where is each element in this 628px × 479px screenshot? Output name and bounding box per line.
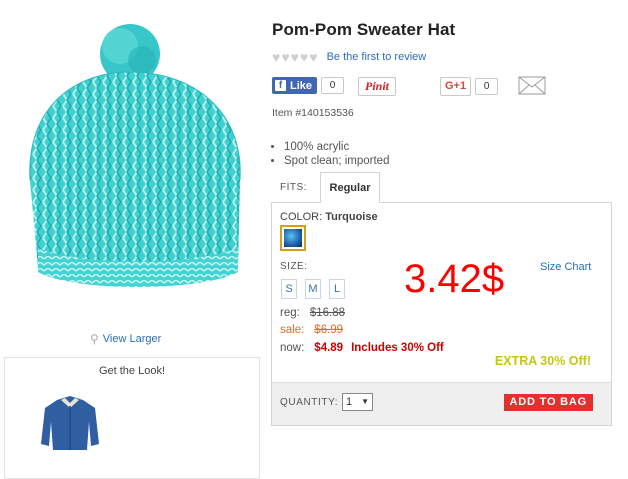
rating-row: ♥ ♥ ♥ ♥ ♥ Be the first to review <box>272 50 426 64</box>
fits-label: FITS: <box>280 182 307 193</box>
jacket-thumbnail[interactable] <box>35 392 105 454</box>
quantity-value: 1 <box>346 396 353 408</box>
product-title: Pom-Pom Sweater Hat <box>272 20 456 39</box>
size-button-l[interactable]: L <box>329 279 345 299</box>
feature-item: 100% acrylic <box>284 140 389 154</box>
facebook-like-button[interactable]: f Like <box>272 77 318 94</box>
product-image-hat[interactable] <box>12 10 264 310</box>
color-value: Turquoise <box>325 211 378 223</box>
extra-off-badge: EXTRA 30% Off! <box>494 354 591 368</box>
heart-icon: ♥ <box>309 49 318 65</box>
view-larger-label: View Larger <box>102 333 162 345</box>
google-plus-count: 0 <box>475 78 499 95</box>
overlay-price: 3.42$ <box>404 257 505 301</box>
email-icon[interactable] <box>518 76 546 95</box>
now-price: $4.89 <box>314 342 344 354</box>
heart-icon: ♥ <box>290 49 299 65</box>
item-number: Item #140153536 <box>272 107 354 119</box>
now-price-row: now: $4.89 Includes 30% Off <box>280 342 444 354</box>
size-button-m[interactable]: M <box>305 279 321 299</box>
facebook-icon: f <box>275 80 286 91</box>
quantity-select[interactable]: 1 ▼ <box>342 393 373 411</box>
regular-price: $16.88 <box>309 307 346 319</box>
get-the-look-title: Get the Look! <box>98 365 166 377</box>
google-plus-widget: G+1 0 <box>440 77 499 96</box>
facebook-like-widget: f Like 0 <box>272 77 345 94</box>
color-label-text: COLOR: <box>280 211 323 223</box>
tab-fit-regular[interactable]: Regular <box>320 172 380 203</box>
sale-price: $6.99 <box>314 324 344 336</box>
purchase-panel: COLOR: Turquoise 3.42$ SIZE: Size Chart … <box>271 202 612 426</box>
regular-price-row: reg: $16.88 <box>280 307 345 319</box>
get-the-look-panel: Get the Look! <box>4 357 260 479</box>
add-to-bag-button[interactable]: ADD TO BAG <box>503 394 593 411</box>
heart-icon: ♥ <box>281 49 290 65</box>
quantity-bar: QUANTITY: 1 ▼ ADD TO BAG <box>272 382 611 425</box>
heart-icon: ♥ <box>272 49 281 65</box>
color-label: COLOR: Turquoise <box>280 211 378 223</box>
view-larger-link[interactable]: ⚲ View Larger <box>90 332 161 346</box>
heart-icon: ♥ <box>299 49 309 65</box>
dropdown-arrow-icon: ▼ <box>361 397 369 406</box>
sale-price-label: sale: <box>280 324 305 336</box>
feature-item: Spot clean; imported <box>284 154 389 168</box>
pinterest-pin-button[interactable]: Pinit <box>358 77 397 96</box>
size-button-s[interactable]: S <box>281 279 297 299</box>
first-review-link[interactable]: Be the first to review <box>327 51 427 63</box>
discount-note: Includes 30% Off <box>351 342 444 354</box>
product-features-list: 100% acrylic Spot clean; imported <box>272 140 389 168</box>
size-label: SIZE: <box>280 261 308 272</box>
quantity-label: QUANTITY: <box>280 397 339 408</box>
regular-price-label: reg: <box>280 307 300 319</box>
color-swatch-turquoise[interactable] <box>280 225 306 251</box>
sale-price-row: sale: $6.99 <box>280 324 343 336</box>
google-plus-button[interactable]: G+1 <box>440 77 472 96</box>
now-price-label: now: <box>280 342 305 354</box>
facebook-like-label: Like <box>290 79 313 92</box>
magnifier-icon: ⚲ <box>90 332 99 346</box>
size-chart-link[interactable]: Size Chart <box>540 261 591 273</box>
facebook-like-count: 0 <box>321 77 345 94</box>
